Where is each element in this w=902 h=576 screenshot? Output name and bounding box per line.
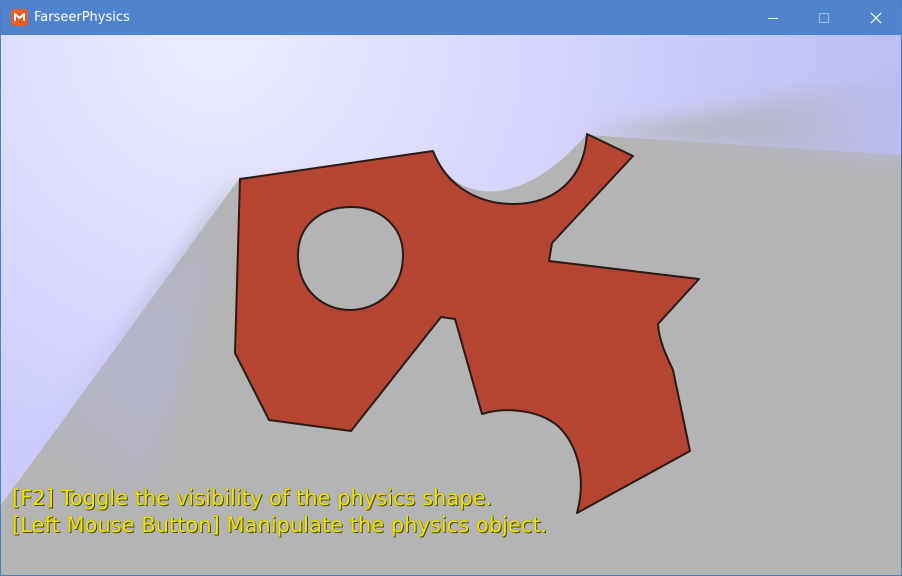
close-icon: [870, 12, 882, 24]
help-overlay: [F2] Toggle the visibility of the physic…: [12, 485, 547, 539]
maximize-button[interactable]: [801, 1, 847, 35]
app-window: FarseerPhysics [F2] Toggle the visibilit…: [0, 0, 902, 576]
monogame-logo-icon: [11, 9, 28, 26]
maximize-icon: [819, 13, 829, 23]
minimize-icon: [768, 18, 778, 19]
help-line-toggle-shape: [F2] Toggle the visibility of the physic…: [12, 486, 493, 510]
help-line-manipulate-object: [Left Mouse Button] Manipulate the physi…: [12, 513, 548, 537]
window-title: FarseerPhysics: [34, 10, 130, 25]
close-button[interactable]: [853, 1, 899, 35]
minimize-button[interactable]: [750, 1, 796, 35]
game-viewport[interactable]: [F2] Toggle the visibility of the physic…: [1, 35, 901, 575]
title-bar[interactable]: FarseerPhysics: [1, 1, 901, 35]
